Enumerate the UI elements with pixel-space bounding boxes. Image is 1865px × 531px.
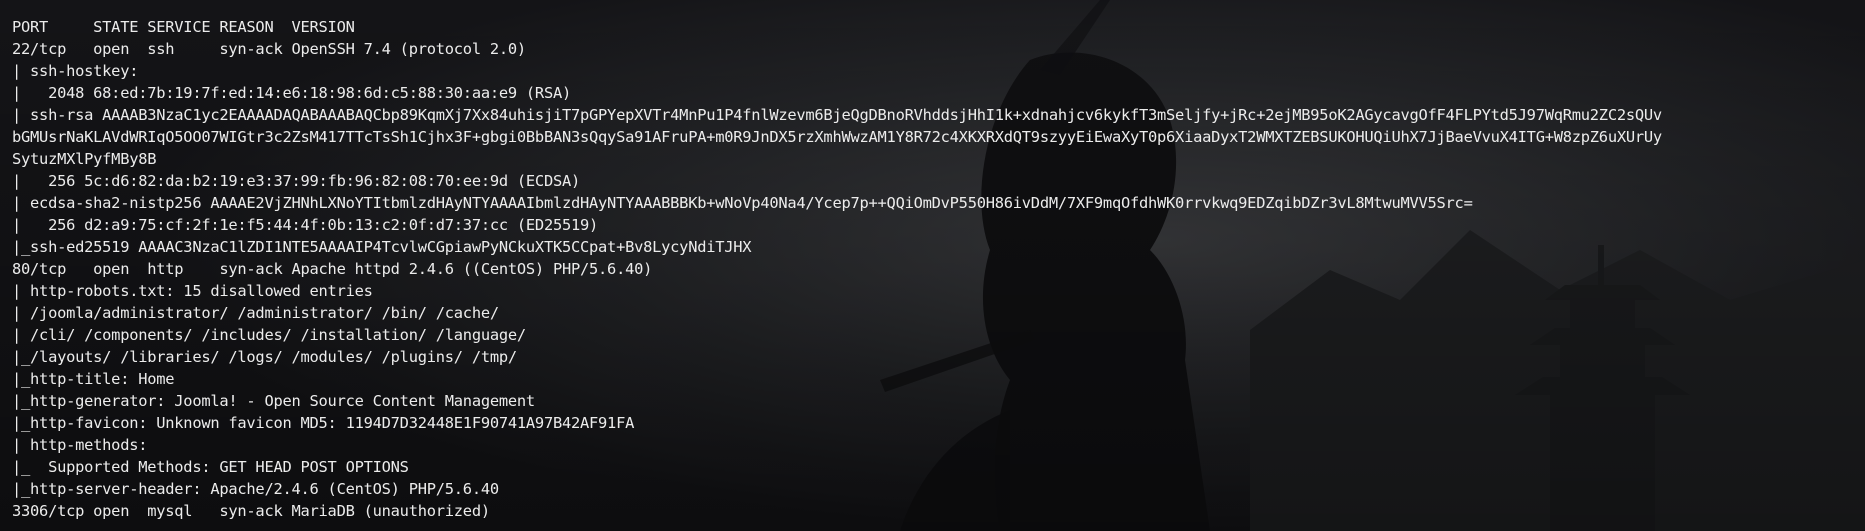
ssh-rsa-key-line-2: bGMUsrNaKLAVdWRIqO5OO07WIGtr3c2ZsM417TTc… (12, 128, 1662, 146)
port-22-row: 22/tcp open ssh syn-ack OpenSSH 7.4 (pro… (12, 40, 526, 58)
ssh-ed25519-key: |_ssh-ed25519 AAAAC3NzaC1lZDI1NTE5AAAAIP… (12, 238, 752, 256)
port-80-row: 80/tcp open http syn-ack Apache httpd 2.… (12, 260, 653, 278)
ssh-rsa-key-line-3: SytuzMXlPyfMBy8B (12, 150, 157, 168)
http-methods-label: | http-methods: (12, 436, 157, 454)
http-robots-entries-3: |_/layouts/ /libraries/ /logs/ /modules/… (12, 348, 517, 366)
http-robots-entries-2: | /cli/ /components/ /includes/ /install… (12, 326, 535, 344)
ssh-rsa-key-line-1: | ssh-rsa AAAAB3NzaC1yc2EAAAADAQABAAABAQ… (12, 106, 1662, 124)
http-server-header-row: |_http-server-header: Apache/2.4.6 (Cent… (12, 480, 499, 498)
ssh-ecdsa-key: | ecdsa-sha2-nistp256 AAAAE2VjZHNhLXNoYT… (12, 194, 1473, 212)
port-3306-row: 3306/tcp open mysql syn-ack MariaDB (una… (12, 502, 490, 520)
http-title-row: |_http-title: Home (12, 370, 175, 388)
http-favicon-row: |_http-favicon: Unknown favicon MD5: 119… (12, 414, 635, 432)
ssh-hostkey-label: | ssh-hostkey: (12, 62, 148, 80)
terminal-output: PORT STATE SERVICE REASON VERSION 22/tcp… (12, 16, 1857, 526)
http-robots-summary: | http-robots.txt: 15 disallowed entries (12, 282, 382, 300)
ssh-ed25519-fingerprint: | 256 d2:a9:75:cf:2f:1e:f5:44:4f:0b:13:c… (12, 216, 599, 234)
http-robots-entries-1: | /joomla/administrator/ /administrator/… (12, 304, 508, 322)
http-generator-row: |_http-generator: Joomla! - Open Source … (12, 392, 535, 410)
nmap-header-row: PORT STATE SERVICE REASON VERSION (12, 18, 355, 36)
ssh-ecdsa-fingerprint: | 256 5c:d6:82:da:b2:19:e3:37:99:fb:96:8… (12, 172, 581, 190)
http-supported-methods: |_ Supported Methods: GET HEAD POST OPTI… (12, 458, 409, 476)
ssh-rsa-fingerprint: | 2048 68:ed:7b:19:7f:ed:14:e6:18:98:6d:… (12, 84, 571, 102)
